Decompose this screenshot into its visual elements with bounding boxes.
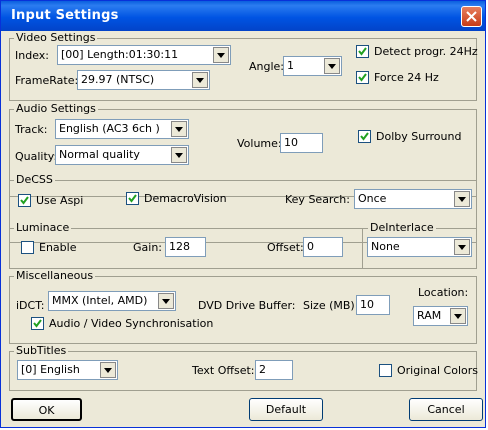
- checkmark-icon: [358, 47, 367, 56]
- idct-combo[interactable]: MMX (Intel, AMD): [48, 291, 176, 311]
- volume-input[interactable]: 10: [280, 133, 323, 153]
- ok-button[interactable]: OK: [11, 398, 82, 421]
- key-search-value: Once: [358, 192, 387, 205]
- idct-value: MMX (Intel, AMD): [52, 294, 148, 307]
- location-value: RAM: [417, 309, 442, 322]
- detect-24hz-label: Detect progr. 24Hz: [374, 45, 478, 58]
- buffer-size-input[interactable]: 10: [356, 295, 390, 315]
- framerate-combo[interactable]: 29.97 (NTSC): [77, 70, 210, 90]
- use-aspi-checkbox[interactable]: [18, 194, 31, 207]
- index-value: [00] Length:01:30:11: [61, 48, 179, 61]
- offset-value: 0: [307, 240, 314, 253]
- offset-label: Offset:: [267, 241, 304, 254]
- default-button[interactable]: Default: [249, 398, 323, 421]
- deinterlace-combo[interactable]: None: [367, 237, 472, 257]
- track-label: Track:: [15, 123, 48, 136]
- index-label: Index:: [15, 49, 49, 62]
- index-combo[interactable]: [00] Length:01:30:11: [57, 45, 231, 65]
- original-colors-checkbox[interactable]: [379, 364, 392, 377]
- decss-legend: DeCSS: [14, 173, 55, 186]
- force-24hz-checkbox[interactable]: [356, 71, 369, 84]
- dvd-drive-buffer-label: DVD Drive Buffer:: [198, 299, 296, 312]
- quality-value: Normal quality: [59, 148, 140, 161]
- luminance-legend: Luminace: [14, 221, 72, 234]
- luminance-enable-label: Enable: [39, 241, 77, 254]
- idct-label: iDCT:: [16, 299, 45, 312]
- angle-value: 1: [287, 59, 294, 72]
- force-24hz-label: Force 24 Hz: [374, 71, 439, 84]
- gain-input[interactable]: 128: [165, 237, 206, 257]
- chevron-down-icon[interactable]: [100, 362, 116, 378]
- av-sync-checkbox[interactable]: [31, 317, 44, 330]
- checkmark-icon: [128, 194, 137, 203]
- volume-value: 10: [284, 136, 298, 149]
- quality-combo[interactable]: Normal quality: [55, 145, 189, 165]
- demacrovision-label: DemacroVision: [144, 192, 227, 205]
- checkmark-icon: [360, 132, 369, 141]
- av-sync-label: Audio / Video Synchronisation: [49, 317, 214, 330]
- original-colors-label: Original Colors: [397, 364, 478, 377]
- checkmark-icon: [20, 196, 29, 205]
- subtitles-value: [0] English: [21, 363, 80, 376]
- checkmark-icon: [358, 73, 367, 82]
- track-value: English (AC3 6ch ): [59, 122, 160, 135]
- buffer-size-label: Size (MB):: [303, 299, 359, 312]
- chevron-down-icon[interactable]: [454, 191, 470, 207]
- use-aspi-label: Use Aspi: [36, 194, 84, 207]
- dolby-surround-checkbox[interactable]: [358, 130, 371, 143]
- volume-label: Volume:: [237, 137, 282, 150]
- location-label: Location:: [418, 286, 469, 299]
- chevron-down-icon[interactable]: [324, 58, 340, 74]
- audio-settings-legend: Audio Settings: [14, 102, 98, 115]
- detect-24hz-checkbox[interactable]: [356, 45, 369, 58]
- text-offset-label: Text Offset:: [192, 364, 255, 377]
- buffer-size-value: 10: [360, 298, 374, 311]
- title-bar[interactable]: Input Settings: [1, 1, 485, 31]
- chevron-down-icon[interactable]: [158, 293, 174, 309]
- dolby-surround-label: Dolby Surround: [376, 130, 462, 143]
- chevron-down-icon[interactable]: [454, 239, 470, 255]
- chevron-down-icon[interactable]: [171, 121, 187, 137]
- chevron-down-icon[interactable]: [192, 72, 208, 88]
- cancel-button[interactable]: Cancel: [409, 398, 483, 421]
- deinterlace-value: None: [371, 240, 400, 253]
- video-settings-legend: Video Settings: [14, 31, 98, 44]
- chevron-down-icon[interactable]: [171, 147, 187, 163]
- framerate-value: 29.97 (NTSC): [81, 73, 155, 86]
- text-offset-value: 2: [259, 363, 266, 376]
- luminance-enable-checkbox[interactable]: [21, 241, 34, 254]
- deinterlace-legend: DeInterlace: [368, 221, 436, 234]
- track-combo[interactable]: English (AC3 6ch ): [55, 119, 189, 139]
- close-button[interactable]: [461, 6, 482, 27]
- offset-input[interactable]: 0: [303, 237, 343, 257]
- text-offset-input[interactable]: 2: [255, 360, 293, 380]
- quality-label: Quality:: [15, 150, 58, 163]
- miscellaneous-legend: Miscellaneous: [14, 269, 96, 282]
- gain-value: 128: [169, 240, 190, 253]
- gain-label: Gain:: [133, 241, 162, 254]
- chevron-down-icon[interactable]: [450, 308, 466, 324]
- angle-combo[interactable]: 1: [283, 56, 342, 76]
- dialog-body: Video Settings Index: [00] Length:01:30:…: [1, 31, 485, 427]
- framerate-label: FrameRate:: [15, 74, 79, 87]
- luminance-deinterlace-divider: [362, 228, 363, 269]
- key-search-label: Key Search:: [285, 193, 350, 206]
- input-settings-dialog: Input Settings Video Settings Index: [00…: [0, 0, 486, 428]
- demacrovision-checkbox[interactable]: [126, 192, 139, 205]
- checkmark-icon: [33, 319, 42, 328]
- chevron-down-icon[interactable]: [213, 47, 229, 63]
- subtitles-legend: SubTitles: [14, 344, 69, 357]
- subtitles-combo[interactable]: [0] English: [17, 360, 118, 380]
- location-combo[interactable]: RAM: [413, 306, 468, 326]
- angle-label: Angle:: [249, 60, 285, 73]
- window-title: Input Settings: [11, 8, 119, 23]
- key-search-combo[interactable]: Once: [354, 189, 472, 209]
